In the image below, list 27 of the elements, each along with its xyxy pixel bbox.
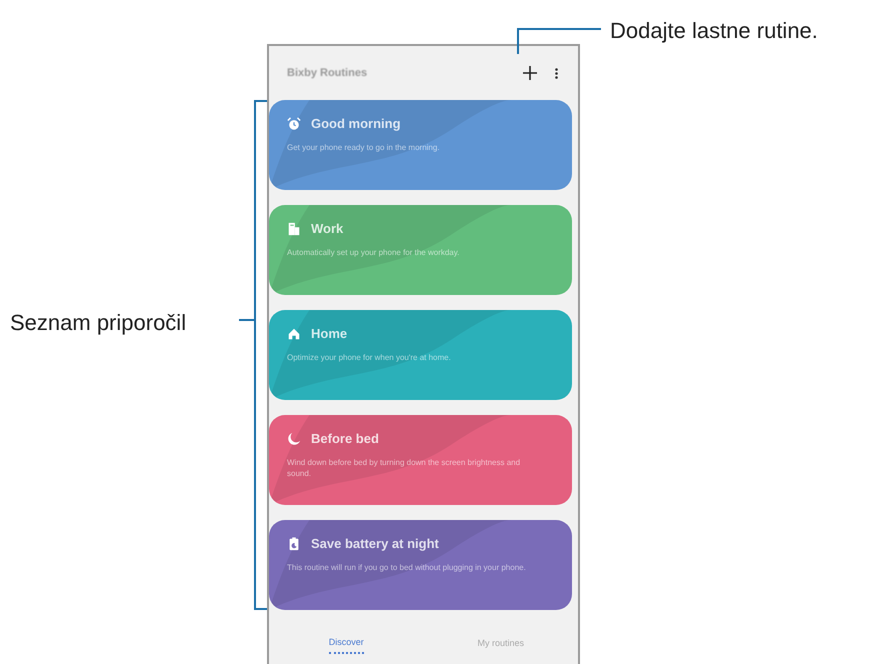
card-title: Work (311, 220, 344, 238)
app-title: Bixby Routines (287, 66, 368, 81)
routine-card[interactable]: Home Optimize your phone for when you're at home. (269, 310, 572, 400)
moon-icon (287, 432, 301, 446)
home-icon (287, 326, 301, 341)
routine-card[interactable]: Good morning Get your phone ready to go in the morning. (269, 100, 572, 190)
building-icon (287, 222, 301, 236)
card-description: Wind down before bed by turning down the screen brightness and sound. (287, 456, 522, 478)
card-description: Optimize your phone for when you're at home. (287, 352, 452, 362)
add-icon[interactable] (523, 66, 537, 80)
bottom-tab[interactable]: My routines (477, 636, 524, 654)
card-title: Save battery at night (311, 535, 439, 553)
card-title: Good morning (311, 115, 401, 133)
card-title: Before bed (311, 430, 379, 448)
more-options-icon[interactable] (555, 68, 558, 78)
card-description: Get your phone ready to go in the morning. (287, 142, 441, 152)
card-description: Automatically set up your phone for the workday. (287, 246, 460, 258)
routine-card[interactable]: Work Automatically set up your phone for the workday. (269, 205, 572, 295)
card-description: This routine will run if you go to bed without plugging in your phone. (287, 562, 527, 572)
card-title: Home (311, 325, 348, 343)
callout-label: Seznam priporočil (10, 309, 186, 337)
routine-card[interactable]: Save battery at night This routine will run if you go to bed without plugging in your phone. (269, 520, 572, 610)
battery-icon (287, 536, 301, 551)
alarm-clock-icon (287, 116, 301, 131)
bottom-tab[interactable]: Discover (328, 636, 364, 654)
routine-card[interactable]: Before bed Wind down before bed by turning down the screen brightness and sound. (269, 415, 572, 505)
callout-label: Dodajte lastne rutine. (610, 17, 818, 45)
